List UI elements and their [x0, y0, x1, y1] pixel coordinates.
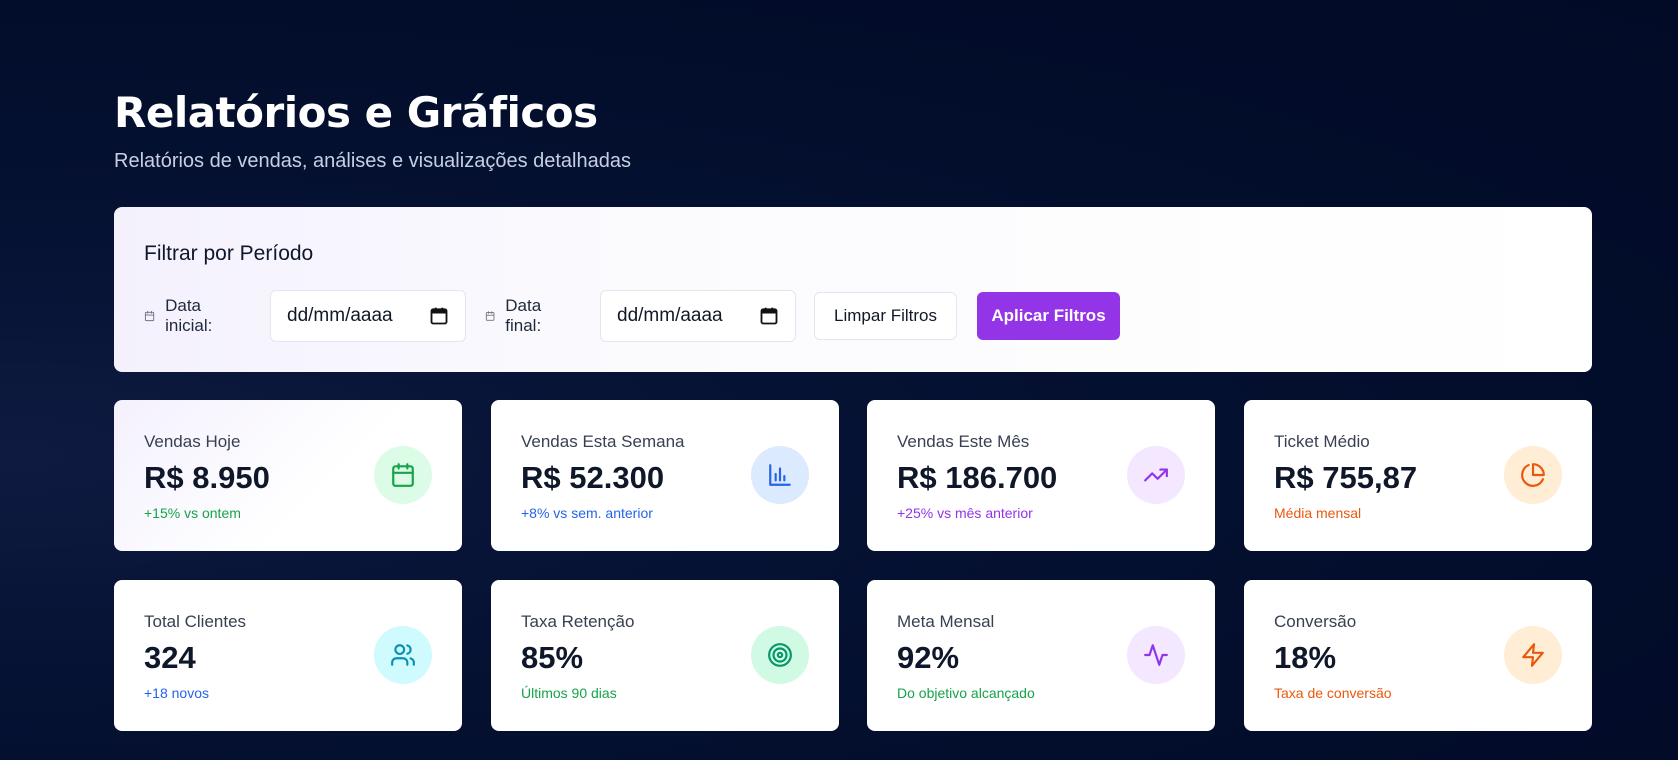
stat-note: Do objetivo alcançado [897, 685, 1035, 701]
end-date-label-text: Data final: [505, 296, 542, 335]
start-date-input[interactable]: dd/mm/aaaa [270, 290, 466, 342]
end-date-placeholder: dd/mm/aaaa [617, 305, 723, 326]
calendar-icon [374, 446, 432, 504]
trending-up-icon [1127, 446, 1185, 504]
stat-note: +25% vs mês anterior [897, 505, 1033, 521]
date-picker-icon[interactable] [429, 306, 449, 326]
activity-icon [1127, 626, 1185, 684]
stat-label: Vendas Este Mês [897, 432, 1030, 451]
start-date-label-text: Data inicial: [165, 296, 213, 335]
stat-note: +15% vs ontem [144, 505, 241, 521]
stat-label: Vendas Hoje [144, 432, 241, 451]
stat-value: R$ 186.700 [897, 460, 1058, 495]
stat-card-ticket-medio: Ticket Médio R$ 755,87 Média mensal [1244, 400, 1592, 551]
stat-card-taxa-retencao: Taxa Retenção 85% Últimos 90 dias [491, 580, 839, 731]
calendar-icon [485, 311, 495, 321]
stat-note: Média mensal [1274, 505, 1362, 521]
start-date-placeholder: dd/mm/aaaa [287, 305, 393, 326]
stat-card-total-clientes: Total Clientes 324 +18 novos [114, 580, 462, 731]
stat-value: R$ 8.950 [144, 460, 270, 495]
stat-label: Total Clientes [144, 612, 247, 631]
stat-note: +8% vs sem. anterior [521, 505, 653, 521]
apply-filters-button[interactable]: Aplicar Filtros [977, 292, 1120, 340]
stat-note: Taxa de conversão [1274, 685, 1392, 701]
stat-value: 92% [897, 640, 960, 675]
date-picker-icon[interactable] [759, 306, 779, 326]
start-date-label: Data inicial: [144, 290, 219, 342]
stat-value: R$ 755,87 [1274, 460, 1418, 495]
page-subtitle: Relatórios de vendas, análises e visuali… [114, 150, 631, 172]
pie-chart-icon [1504, 446, 1562, 504]
stat-label: Ticket Médio [1274, 432, 1370, 451]
users-icon [374, 626, 432, 684]
stat-label: Taxa Retenção [521, 612, 635, 631]
filter-title: Filtrar por Período [144, 242, 314, 265]
stat-note: Últimos 90 dias [521, 685, 617, 701]
stat-value: 85% [521, 640, 584, 675]
stat-value: R$ 52.300 [521, 460, 665, 495]
stat-label: Conversão [1274, 612, 1357, 631]
stat-label: Vendas Esta Semana [521, 432, 685, 451]
zap-icon [1504, 626, 1562, 684]
clear-filters-button[interactable]: Limpar Filtros [814, 292, 957, 340]
page-title: Relatórios e Gráficos [114, 88, 598, 137]
end-date-label: Data final: [485, 290, 549, 342]
stat-card-vendas-hoje: Vendas Hoje R$ 8.950 +15% vs ontem [114, 400, 462, 551]
stat-value: 324 [144, 640, 196, 675]
stat-card-conversao: Conversão 18% Taxa de conversão [1244, 580, 1592, 731]
stat-card-vendas-mes: Vendas Este Mês R$ 186.700 +25% vs mês a… [867, 400, 1215, 551]
stat-card-vendas-semana: Vendas Esta Semana R$ 52.300 +8% vs sem.… [491, 400, 839, 551]
stat-label: Meta Mensal [897, 612, 995, 631]
stat-card-meta-mensal: Meta Mensal 92% Do objetivo alcançado [867, 580, 1215, 731]
target-icon [751, 626, 809, 684]
stat-note: +18 novos [144, 685, 209, 701]
bar-chart-icon [751, 446, 809, 504]
stat-value: 18% [1274, 640, 1337, 675]
end-date-input[interactable]: dd/mm/aaaa [600, 290, 796, 342]
calendar-icon [144, 310, 155, 322]
